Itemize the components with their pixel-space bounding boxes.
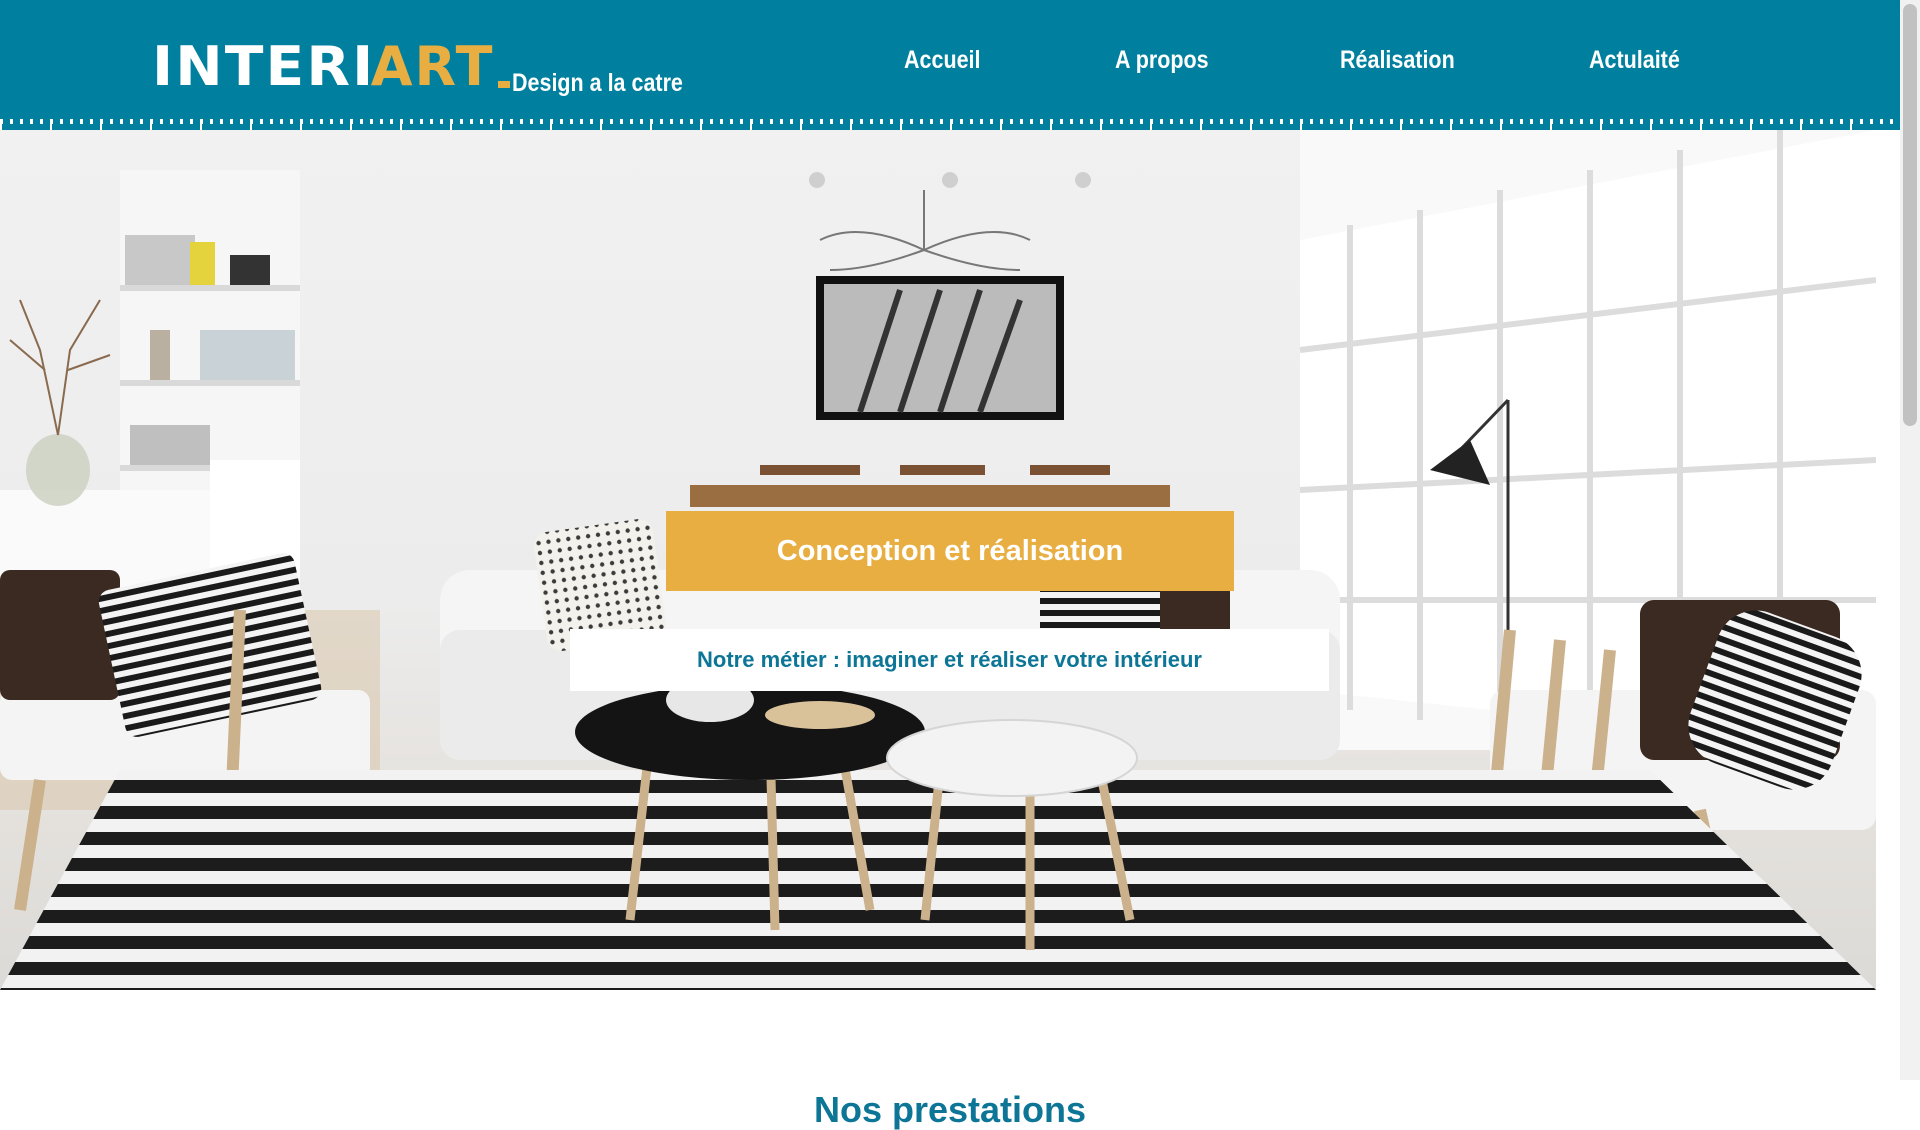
nav-item-actualite[interactable]: Actulaité xyxy=(1589,46,1680,75)
hero-title: Conception et réalisation xyxy=(666,511,1234,591)
dining-table xyxy=(690,485,1170,507)
nav-item-accueil[interactable]: Accueil xyxy=(904,46,980,75)
hero-subtitle: Notre métier : imaginer et réaliser votr… xyxy=(570,629,1329,691)
page-scrollbar[interactable] xyxy=(1900,0,1920,1080)
header-ruler-divider xyxy=(0,119,1900,130)
nav-item-a-propos[interactable]: A propos xyxy=(1115,46,1209,75)
site-header: INTERI ART Design a la catre Accueil A p… xyxy=(0,0,1900,130)
hero-banner: Conception et réalisation Notre métier :… xyxy=(0,130,1876,990)
section-title: Nos prestations xyxy=(813,1088,1087,1130)
nav-item-realisation[interactable]: Réalisation xyxy=(1340,46,1455,75)
scrollbar-thumb[interactable] xyxy=(1903,4,1917,426)
ceiling-spotlights xyxy=(809,172,1091,188)
chandelier xyxy=(819,190,1031,271)
main-nav: Accueil A propos Réalisation Actulaité xyxy=(0,46,1900,86)
dry-branches xyxy=(9,299,111,436)
wall-artwork xyxy=(816,276,1064,420)
